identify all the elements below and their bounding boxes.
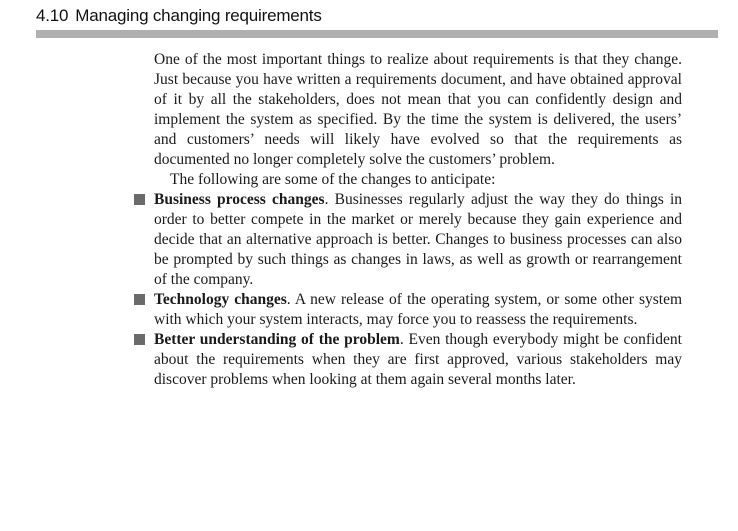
bullet-term: Technology changes [154,291,287,308]
section-title: Managing changing requirements [75,6,322,25]
lead-in-paragraph: The following are some of the changes to… [170,171,496,188]
bullet-item-better-understanding: Better understanding of the problem. Eve… [134,330,682,390]
square-bullet-icon [134,194,145,205]
section-body: One of the most important things to real… [134,50,682,390]
square-bullet-icon [134,334,145,345]
bullet-term: Better understanding of the problem [154,331,400,348]
square-bullet-icon [134,294,145,305]
bullet-item-technology: Technology changes. A new release of the… [134,290,682,330]
bullet-term: Business process changes [154,191,325,208]
section-number: 4.10 [36,6,69,25]
intro-paragraph: One of the most important things to real… [154,51,682,168]
heading-rule [36,30,718,38]
section-heading: 4.10 Managing changing requirements [36,6,322,26]
bullet-item-business-process: Business process changes. Businesses reg… [134,190,682,290]
